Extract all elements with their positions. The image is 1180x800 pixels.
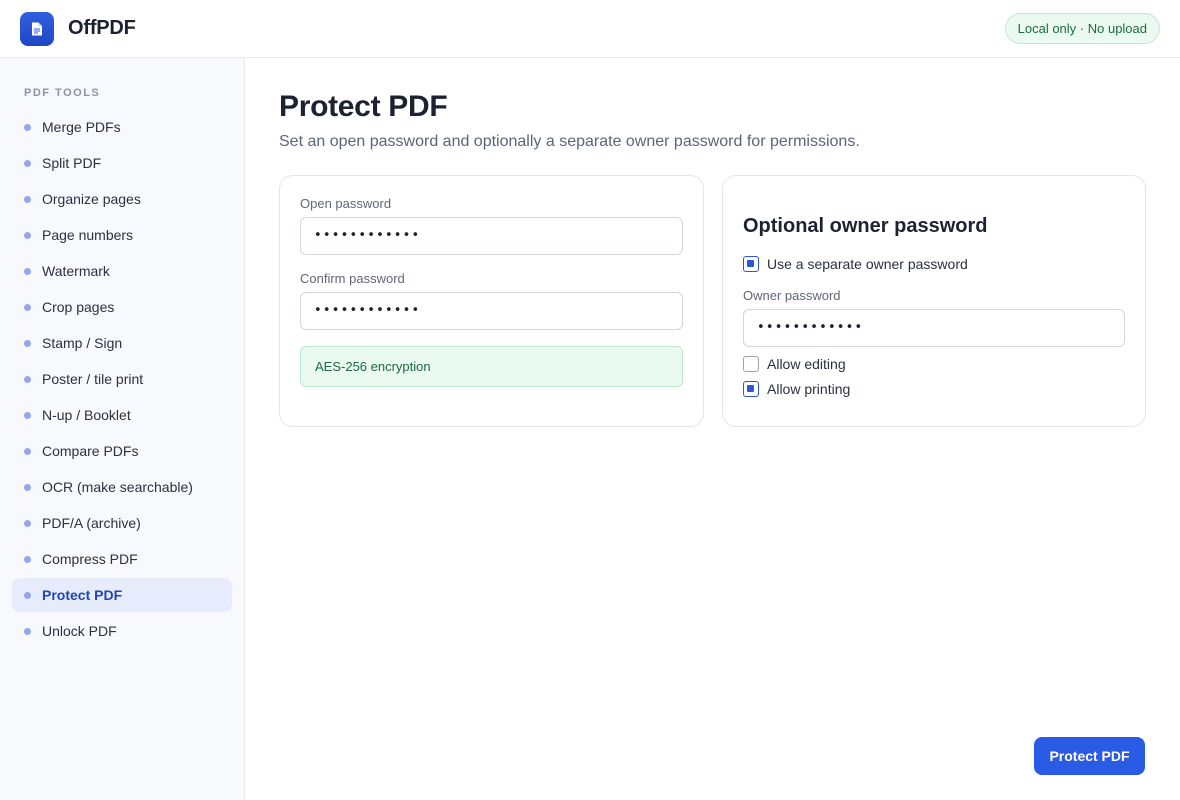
sidebar-item-label: Compress PDF: [42, 551, 138, 567]
open-password-label: Open password: [300, 196, 392, 211]
owner-password-card: Optional owner password Use a separate o…: [722, 175, 1146, 427]
sidebar-item-protect-pdf[interactable]: Protect PDF: [12, 578, 232, 612]
page-title: Protect PDF: [279, 90, 448, 123]
confirm-password-input[interactable]: ••••••••••••: [300, 292, 683, 330]
sidebar-item-label: PDF/A (archive): [42, 515, 141, 531]
sidebar-item-label: Merge PDFs: [42, 119, 121, 135]
sidebar-item-split-pdf[interactable]: Split PDF: [12, 146, 232, 180]
owner-password-input[interactable]: ••••••••••••: [743, 309, 1125, 347]
sidebar-item-compress-pdf[interactable]: Compress PDF: [12, 542, 232, 576]
page-subtitle: Set an open password and optionally a se…: [279, 133, 860, 150]
sidebar-item-label: Compare PDFs: [42, 443, 139, 459]
sidebar-item-page-numbers[interactable]: Page numbers: [12, 218, 232, 252]
top-bar: OffPDF Local only · No upload: [0, 0, 1180, 58]
checkbox-label: Allow editing: [767, 356, 846, 372]
checkbox-label: Use a separate owner password: [767, 256, 968, 272]
sidebar-item-label: Protect PDF: [42, 587, 123, 603]
bullet-dot-icon: [24, 195, 31, 203]
bullet-dot-icon: [24, 123, 31, 131]
sidebar-item-label: Crop pages: [42, 299, 115, 315]
checkbox-checked-icon: [743, 256, 759, 272]
bullet-dot-icon: [24, 159, 31, 167]
sidebar-item-ocr[interactable]: OCR (make searchable): [12, 470, 232, 504]
sidebar-item-organize-pages[interactable]: Organize pages: [12, 182, 232, 216]
app-name: OffPDF: [68, 17, 136, 39]
bullet-dot-icon: [24, 483, 31, 491]
sidebar-item-stamp-sign[interactable]: Stamp / Sign: [12, 326, 232, 360]
sidebar-item-label: Watermark: [42, 263, 110, 279]
document-icon: [32, 22, 42, 36]
sidebar-nav: Merge PDFs Split PDF Organize pages Page…: [12, 110, 232, 650]
encryption-note: AES-256 encryption: [300, 346, 683, 387]
bullet-dot-icon: [24, 231, 31, 239]
bullet-dot-icon: [24, 267, 31, 275]
sidebar-item-watermark[interactable]: Watermark: [12, 254, 232, 288]
sidebar: PDF TOOLS Merge PDFs Split PDF Organize …: [0, 58, 245, 800]
bullet-dot-icon: [24, 303, 31, 311]
sidebar-item-unlock-pdf[interactable]: Unlock PDF: [12, 614, 232, 648]
sidebar-item-n-up-booklet[interactable]: N-up / Booklet: [12, 398, 232, 432]
confirm-password-label: Confirm password: [300, 271, 405, 286]
owner-card-title: Optional owner password: [743, 215, 988, 237]
bullet-dot-icon: [24, 375, 31, 383]
allow-editing-checkbox[interactable]: Allow editing: [743, 355, 846, 373]
sidebar-item-poster-tile-print[interactable]: Poster / tile print: [12, 362, 232, 396]
checkbox-label: Allow printing: [767, 381, 851, 397]
sidebar-item-crop-pages[interactable]: Crop pages: [12, 290, 232, 324]
bullet-dot-icon: [24, 555, 31, 563]
use-separate-owner-checkbox[interactable]: Use a separate owner password: [743, 255, 968, 273]
sidebar-heading: PDF TOOLS: [24, 87, 101, 99]
bullet-dot-icon: [24, 627, 31, 635]
local-only-badge: Local only · No upload: [1004, 13, 1160, 44]
sidebar-item-label: Unlock PDF: [42, 623, 117, 639]
sidebar-item-label: Page numbers: [42, 227, 134, 243]
sidebar-item-label: N-up / Booklet: [42, 407, 131, 423]
checkbox-checked-icon: [743, 381, 759, 397]
sidebar-item-pdfa-archive[interactable]: PDF/A (archive): [12, 506, 232, 540]
sidebar-item-label: OCR (make searchable): [42, 479, 193, 495]
sidebar-item-label: Poster / tile print: [42, 371, 144, 387]
app-logo: [20, 12, 54, 46]
open-password-input[interactable]: ••••••••••••: [300, 217, 683, 255]
password-card: Open password •••••••••••• Confirm passw…: [279, 175, 704, 427]
bullet-dot-icon: [24, 519, 31, 527]
bullet-dot-icon: [24, 339, 31, 347]
protect-pdf-button[interactable]: Protect PDF: [1034, 737, 1145, 775]
main-content: Protect PDF Set an open password and opt…: [245, 58, 1180, 800]
sidebar-item-compare-pdfs[interactable]: Compare PDFs: [12, 434, 232, 468]
sidebar-item-label: Organize pages: [42, 191, 141, 207]
sidebar-item-label: Split PDF: [42, 155, 102, 171]
bullet-dot-icon: [24, 591, 31, 599]
allow-printing-checkbox[interactable]: Allow printing: [743, 380, 850, 398]
sidebar-item-merge-pdfs[interactable]: Merge PDFs: [12, 110, 232, 144]
owner-password-label: Owner password: [743, 288, 841, 303]
bullet-dot-icon: [24, 411, 31, 419]
checkbox-unchecked-icon: [743, 356, 759, 372]
bullet-dot-icon: [24, 447, 31, 455]
sidebar-item-label: Stamp / Sign: [42, 335, 123, 351]
